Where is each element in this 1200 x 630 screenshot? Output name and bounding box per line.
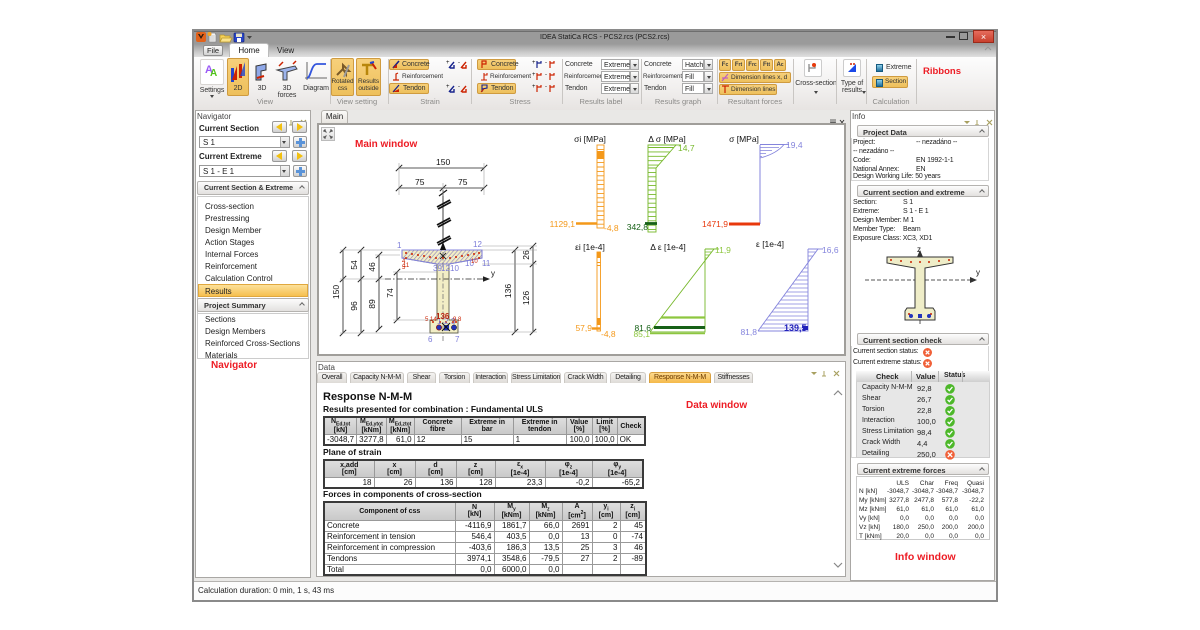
svg-text:-4,8: -4,8 xyxy=(601,329,616,339)
svg-text:+: + xyxy=(532,84,536,90)
svg-text:-: - xyxy=(545,72,547,78)
svg-text:19,4: 19,4 xyxy=(786,140,803,150)
svg-text:126: 126 xyxy=(521,291,531,305)
svg-text:z: z xyxy=(917,245,921,254)
svg-text:57,9: 57,9 xyxy=(575,323,592,333)
svg-text:ε [1e-4]: ε [1e-4] xyxy=(756,239,784,249)
svg-text:14,7: 14,7 xyxy=(678,143,695,153)
svg-text:26: 26 xyxy=(521,250,531,260)
svg-text:10: 10 xyxy=(471,259,478,265)
svg-text:75: 75 xyxy=(415,177,425,187)
svg-text:89: 89 xyxy=(367,299,377,309)
svg-text:+: + xyxy=(532,72,536,78)
svg-text:-: - xyxy=(458,84,460,90)
svg-text:-: - xyxy=(545,60,547,66)
svg-text:y: y xyxy=(491,269,495,278)
svg-text:96: 96 xyxy=(349,301,359,311)
svg-text:-4,8: -4,8 xyxy=(604,223,619,233)
svg-text:16,6: 16,6 xyxy=(822,245,839,255)
svg-text:136: 136 xyxy=(503,284,513,298)
svg-text:75: 75 xyxy=(458,177,468,187)
svg-text:+: + xyxy=(446,84,450,90)
svg-text:A: A xyxy=(210,68,217,78)
svg-text:-: - xyxy=(458,60,460,66)
svg-text:136: 136 xyxy=(436,312,450,321)
svg-text:11: 11 xyxy=(403,263,410,269)
svg-text:150: 150 xyxy=(436,157,450,167)
svg-text:342,8: 342,8 xyxy=(627,222,649,232)
svg-text:150: 150 xyxy=(331,285,341,299)
svg-text:σi [MPa]: σi [MPa] xyxy=(574,134,606,144)
svg-text:12: 12 xyxy=(473,240,482,249)
svg-text:74: 74 xyxy=(385,288,395,298)
svg-text:-: - xyxy=(545,84,547,90)
svg-text:1129,1: 1129,1 xyxy=(550,219,576,229)
svg-text:y: y xyxy=(976,268,980,277)
svg-text:85,1: 85,1 xyxy=(633,329,650,339)
svg-text:+: + xyxy=(532,60,536,66)
svg-text:+: + xyxy=(446,60,450,66)
svg-text:81,8: 81,8 xyxy=(740,327,757,337)
svg-text:Δ ε [1e-4]: Δ ε [1e-4] xyxy=(650,242,685,252)
svg-text:8: 8 xyxy=(458,317,462,323)
svg-text:1471,9: 1471,9 xyxy=(702,219,728,229)
svg-text:7: 7 xyxy=(455,335,460,344)
svg-text:6: 6 xyxy=(428,335,433,344)
svg-text:11,9: 11,9 xyxy=(715,245,731,255)
svg-text:10: 10 xyxy=(450,264,459,273)
svg-text:11: 11 xyxy=(482,259,491,268)
svg-text:54: 54 xyxy=(349,260,359,270)
svg-text:εi [1e-4]: εi [1e-4] xyxy=(575,242,605,252)
svg-text:1: 1 xyxy=(397,241,402,250)
svg-text:σ [MPa]: σ [MPa] xyxy=(729,134,759,144)
svg-text:46: 46 xyxy=(367,262,377,272)
